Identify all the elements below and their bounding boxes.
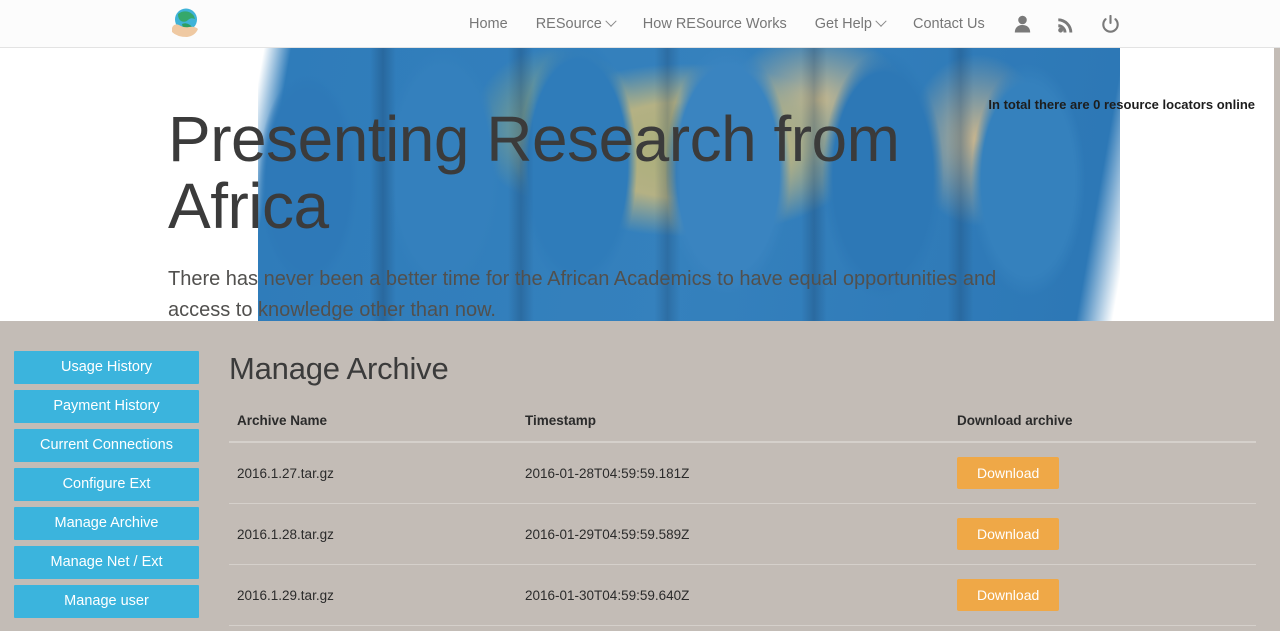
cell-download: Download xyxy=(949,625,1256,631)
table-header-row: Archive Name Timestamp Download archive xyxy=(229,413,1256,443)
column-header-archive-name: Archive Name xyxy=(229,413,517,443)
power-glyph xyxy=(1101,15,1119,33)
nav-link-resource[interactable]: RESource xyxy=(522,0,629,48)
download-button[interactable]: Download xyxy=(957,579,1060,611)
page-body: Usage History Payment History Current Co… xyxy=(0,321,1280,631)
sidebar-item-manage-archive[interactable]: Manage Archive xyxy=(14,507,199,540)
rss-glyph xyxy=(1057,18,1072,33)
nav-link-how-resource-works[interactable]: How RESource Works xyxy=(629,0,801,48)
nav-link-how-resource-works-label: How RESource Works xyxy=(642,16,787,32)
globe-in-hand-logo[interactable] xyxy=(168,4,204,40)
sidebar-item-usage-history[interactable]: Usage History xyxy=(14,351,199,384)
sidebar-item-configure-ext[interactable]: Configure Ext xyxy=(14,468,199,501)
power-icon[interactable] xyxy=(1088,0,1132,48)
table-row: 2016.1.30.tar.gz 2016-01-31T04:59:59.631… xyxy=(229,625,1256,631)
rss-feed-icon[interactable] xyxy=(1044,0,1088,48)
cell-timestamp: 2016-01-30T04:59:59.640Z xyxy=(517,564,949,626)
hero-text-block: Presenting Research from Africa There ha… xyxy=(168,103,1068,321)
download-button[interactable]: Download xyxy=(957,518,1060,550)
user-glyph xyxy=(1014,15,1030,33)
cell-archive-name: 2016.1.27.tar.gz xyxy=(237,465,334,481)
archive-table: Archive Name Timestamp Download archive … xyxy=(229,413,1256,631)
sidebar-item-manage-user[interactable]: Manage user xyxy=(14,585,199,618)
nav-link-home-label: Home xyxy=(469,16,508,32)
table-row: 2016.1.28.tar.gz 2016-01-29T04:59:59.589… xyxy=(229,503,1256,565)
download-button[interactable]: Download xyxy=(957,457,1060,489)
nav-link-resource-label: RESource xyxy=(535,16,602,32)
nav-link-home[interactable]: Home xyxy=(455,0,522,48)
sidebar-menu: Usage History Payment History Current Co… xyxy=(14,351,199,618)
table-row: 2016.1.27.tar.gz 2016-01-28T04:59:59.181… xyxy=(229,442,1256,504)
nav-link-contact-us[interactable]: Contact Us xyxy=(899,0,999,48)
cell-timestamp: 2016-01-28T04:59:59.181Z xyxy=(525,465,690,481)
cell-download: Download xyxy=(949,503,1256,565)
cell-download: Download xyxy=(949,564,1256,626)
archive-table-body: 2016.1.27.tar.gz 2016-01-28T04:59:59.181… xyxy=(229,442,1256,631)
globe-in-hand-icon xyxy=(172,8,198,37)
page-title: Manage Archive xyxy=(229,351,449,386)
cell-archive-name: 2016.1.30.tar.gz xyxy=(229,625,517,631)
chevron-down-icon xyxy=(875,15,887,27)
hero-section: In total there are 0 resource locators o… xyxy=(0,48,1280,321)
cell-timestamp: 2016-01-31T04:59:59.631Z xyxy=(517,625,949,631)
top-navbar: Home RESource How RESource Works Get Hel… xyxy=(0,0,1280,48)
cell-timestamp: 2016-01-29T04:59:59.589Z xyxy=(517,503,949,565)
column-header-download-archive: Download archive xyxy=(949,413,1256,443)
cell-archive-name: 2016.1.29.tar.gz xyxy=(229,564,517,626)
column-header-timestamp: Timestamp xyxy=(517,413,949,443)
archive-table-head: Archive Name Timestamp Download archive xyxy=(229,413,1256,443)
sidebar-item-current-connections[interactable]: Current Connections xyxy=(14,429,199,462)
hero-title: Presenting Research from Africa xyxy=(168,103,900,243)
nav-link-get-help-label: Get Help xyxy=(814,16,872,32)
sidebar-item-payment-history[interactable]: Payment History xyxy=(14,390,199,423)
main-content: Manage Archive Archive Name Timestamp Do… xyxy=(229,351,1256,631)
nav-icon-group xyxy=(1000,0,1132,48)
user-icon[interactable] xyxy=(1000,0,1044,48)
nav-link-contact-us-label: Contact Us xyxy=(912,16,985,32)
cell-archive-name: 2016.1.28.tar.gz xyxy=(229,503,517,565)
cell-download: Download xyxy=(949,442,1256,504)
sidebar-item-manage-net-ext[interactable]: Manage Net / Ext xyxy=(14,546,199,579)
hero-subtitle: There has never been a better time for t… xyxy=(168,268,997,321)
nav-link-get-help[interactable]: Get Help xyxy=(801,0,899,48)
online-locators-banner: In total there are 0 resource locators o… xyxy=(988,97,1255,112)
hero-right-edge-strip xyxy=(1274,48,1280,321)
nav-links: Home RESource How RESource Works Get Hel… xyxy=(455,0,999,48)
chevron-down-icon xyxy=(605,15,617,27)
table-row: 2016.1.29.tar.gz 2016-01-30T04:59:59.640… xyxy=(229,564,1256,626)
